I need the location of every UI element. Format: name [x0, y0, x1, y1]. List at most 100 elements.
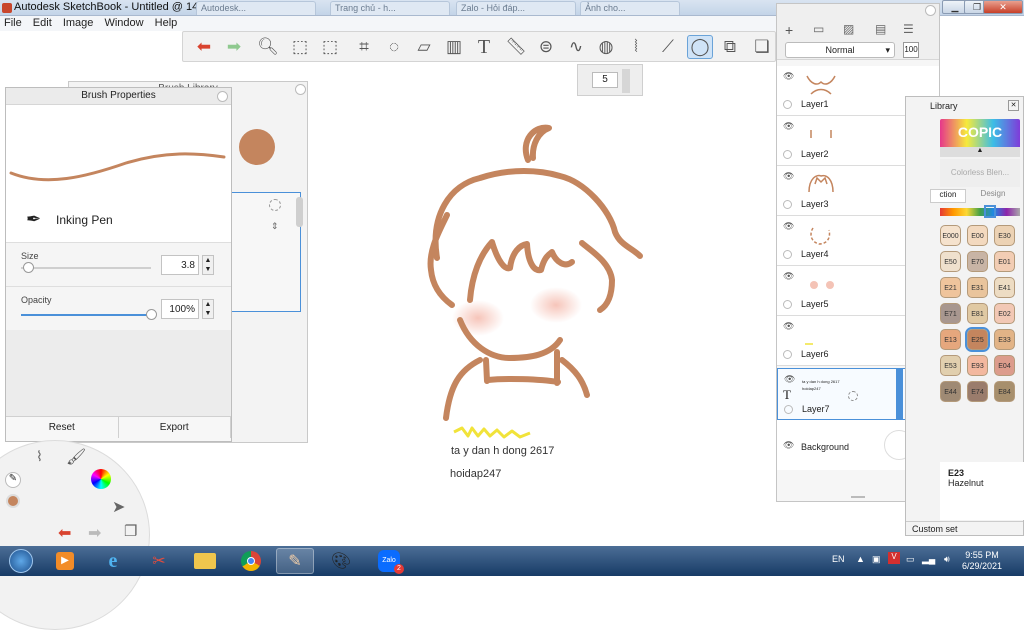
panel-grip[interactable]: [851, 496, 865, 498]
eye-icon[interactable]: 👁︎: [783, 121, 794, 132]
layer-lock-dot[interactable]: [783, 350, 792, 359]
copic-swatch[interactable]: E01: [994, 251, 1015, 272]
layer-lock-dot[interactable]: [783, 150, 792, 159]
tray-app-icon[interactable]: ▣: [872, 554, 881, 565]
layer-lock-dot[interactable]: [783, 100, 792, 109]
eye-icon[interactable]: 👁︎: [783, 171, 794, 182]
add-image-icon[interactable]: ▨: [843, 22, 854, 36]
tab-design[interactable]: Design: [968, 189, 1018, 203]
internet-explorer-icon[interactable]: e: [94, 548, 132, 574]
right-shoulder: [559, 357, 590, 398]
volume-icon[interactable]: 🔊︎: [944, 554, 950, 565]
current-color-icon[interactable]: [6, 494, 20, 508]
copic-swatch[interactable]: E04: [994, 355, 1015, 376]
custom-set-label[interactable]: Custom set: [906, 521, 1023, 535]
copic-swatch[interactable]: E25: [965, 327, 990, 352]
add-layer-icon[interactable]: +: [785, 22, 793, 38]
opacity-spinner[interactable]: ▲ ▼: [202, 299, 214, 319]
copic-swatch[interactable]: E93: [967, 355, 988, 376]
size-slider-knob[interactable]: [22, 262, 34, 273]
pen-icon[interactable]: ✎: [5, 472, 21, 488]
eye-icon[interactable]: 👁︎: [783, 440, 794, 451]
panel-close-icon[interactable]: [925, 5, 936, 16]
zalo-icon[interactable]: Zalo 2: [370, 548, 408, 574]
brush-puck-icon[interactable]: ⌇: [36, 448, 43, 465]
export-button[interactable]: Export: [119, 417, 231, 438]
language-indicator[interactable]: EN: [832, 554, 845, 564]
select-arrow-icon[interactable]: ➤: [112, 497, 125, 517]
panel-close-icon[interactable]: [295, 84, 306, 95]
selected-color-name: Hazelnut: [948, 478, 984, 488]
eye-icon[interactable]: 👁︎: [783, 221, 794, 232]
copic-swatch[interactable]: E71: [940, 303, 961, 324]
selected-color-code: E23: [948, 468, 965, 478]
opacity-slider-knob[interactable]: [146, 309, 157, 320]
folder-icon[interactable]: ▭: [813, 22, 824, 36]
chevron-up-icon[interactable]: ▲: [940, 147, 1020, 157]
clock[interactable]: 9:55 PM 6/29/2021: [962, 550, 1002, 572]
panel-close-icon[interactable]: ✕: [1008, 100, 1019, 111]
reset-button[interactable]: Reset: [6, 417, 119, 438]
copic-swatch[interactable]: E02: [994, 303, 1015, 324]
blend-mode-select[interactable]: Normal ▾: [785, 42, 895, 58]
menu-icon[interactable]: ☰: [903, 22, 914, 36]
eye-icon[interactable]: 👁︎: [783, 71, 794, 82]
battery-icon[interactable]: ▭: [906, 554, 915, 565]
layer-lock-dot[interactable]: [784, 405, 793, 414]
eye-icon[interactable]: 👁︎: [783, 321, 794, 332]
brush-library-selection[interactable]: ⇕: [231, 192, 301, 312]
copic-swatch[interactable]: E13: [940, 329, 961, 350]
copic-swatch[interactable]: E81: [967, 303, 988, 324]
tray-expand-icon[interactable]: ▲: [856, 554, 865, 564]
file-explorer-icon[interactable]: [186, 548, 224, 574]
layer-lock-dot[interactable]: [783, 300, 792, 309]
copic-swatch[interactable]: E70: [967, 251, 988, 272]
opacity-value-field[interactable]: 100%: [161, 299, 199, 319]
copic-swatch[interactable]: E00: [967, 225, 988, 246]
copic-swatch[interactable]: E30: [994, 225, 1015, 246]
tab-collection[interactable]: ction: [930, 189, 966, 203]
panel-close-icon[interactable]: [217, 91, 228, 102]
copic-swatch[interactable]: E44: [940, 381, 961, 402]
paint-icon[interactable]: 🎨︎: [322, 548, 360, 574]
media-player-icon[interactable]: ▶: [46, 548, 84, 574]
color-wheel-icon[interactable]: [91, 469, 111, 489]
layer-lock-dot[interactable]: [783, 200, 792, 209]
layer-lock-dot[interactable]: [783, 250, 792, 259]
size-value-field[interactable]: 3.8: [161, 255, 199, 275]
copic-swatch[interactable]: E000: [940, 225, 961, 246]
layer-name: Layer5: [801, 299, 829, 309]
copic-swatch[interactable]: E33: [994, 329, 1015, 350]
colorless-blender[interactable]: Colorless Blen...: [940, 159, 1020, 187]
network-icon[interactable]: ▂▄: [922, 554, 935, 565]
copic-swatch[interactable]: E31: [967, 277, 988, 298]
brush-icon[interactable]: 🖌︎: [66, 447, 86, 467]
copic-title: Library: [930, 101, 958, 111]
brush-properties-footer: Reset Export: [6, 416, 231, 438]
copy-icon[interactable]: ❐: [124, 522, 137, 540]
size-slider-track[interactable]: [21, 267, 151, 269]
brush-library-scrollbar[interactable]: [296, 197, 303, 227]
copic-swatch[interactable]: E74: [967, 381, 988, 402]
copic-swatch[interactable]: E53: [940, 355, 961, 376]
clear-layer-icon[interactable]: ▤: [875, 22, 886, 36]
layer-opacity-field[interactable]: 100: [903, 42, 919, 58]
eye-icon[interactable]: 👁︎: [784, 374, 795, 385]
copic-swatch[interactable]: E84: [994, 381, 1015, 402]
eye-icon[interactable]: 👁︎: [783, 271, 794, 282]
sketchbook-icon[interactable]: ✎: [276, 548, 314, 574]
chrome-icon[interactable]: [232, 548, 270, 574]
move-arrows-icon[interactable]: ⇕: [271, 221, 279, 232]
copic-swatch[interactable]: E50: [940, 251, 961, 272]
vietkey-icon[interactable]: V: [888, 552, 900, 564]
start-orb-icon[interactable]: [2, 548, 40, 574]
zalo-badge: 2: [394, 564, 404, 574]
hue-strip-marker[interactable]: [984, 205, 996, 218]
hue-strip[interactable]: [940, 208, 1020, 216]
redo-icon[interactable]: ➡: [88, 523, 101, 543]
size-spinner[interactable]: ▲ ▼: [202, 255, 214, 275]
snipping-tool-icon[interactable]: ✂: [140, 548, 178, 574]
copic-swatch[interactable]: E21: [940, 277, 961, 298]
copic-swatch[interactable]: E41: [994, 277, 1015, 298]
undo-icon[interactable]: ⬅: [58, 523, 71, 543]
